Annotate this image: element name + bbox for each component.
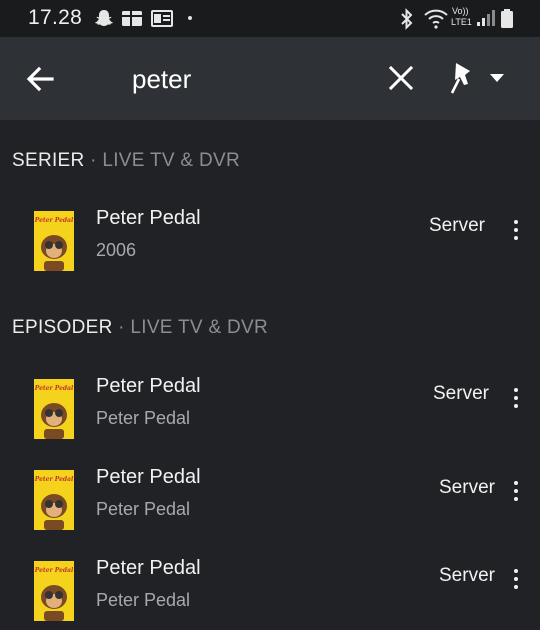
item-title: Peter Pedal	[96, 207, 201, 229]
section-header-series: SERIER · LIVE TV & DVR	[12, 150, 240, 172]
list-item[interactable]: Peter Pedal Peter Pedal 2006 Server	[0, 207, 540, 291]
back-arrow-icon[interactable]	[22, 61, 58, 97]
signal-icon	[477, 10, 495, 26]
more-options-icon[interactable]	[504, 218, 528, 242]
section-title: SERIER	[12, 150, 85, 171]
more-options-icon[interactable]	[504, 386, 528, 410]
list-item[interactable]: Peter Pedal Peter Pedal Peter Pedal Serv…	[0, 557, 540, 630]
clear-search-icon[interactable]	[384, 61, 418, 95]
wifi-icon	[424, 9, 448, 29]
monkey-icon	[41, 403, 67, 439]
server-label: Server	[433, 383, 489, 404]
lte-label: LTE1	[451, 17, 472, 27]
item-subtitle: Peter Pedal	[96, 499, 191, 519]
poster-thumbnail: Peter Pedal	[34, 211, 74, 271]
item-subtitle: Peter Pedal	[96, 408, 191, 428]
battery-icon	[501, 9, 513, 28]
status-time: 17.28	[28, 6, 83, 29]
office-icon	[151, 10, 173, 27]
item-title: Peter Pedal	[96, 557, 201, 579]
snapchat-icon	[95, 10, 113, 26]
list-item[interactable]: Peter Pedal Peter Pedal Peter Pedal Serv…	[0, 375, 540, 459]
section-subtitle: · LIVE TV & DVR	[84, 150, 240, 171]
monkey-icon	[41, 235, 67, 271]
search-toolbar	[0, 37, 540, 120]
server-label: Server	[439, 477, 495, 498]
section-subtitle: · LIVE TV & DVR	[112, 317, 269, 338]
item-subtitle: 2006	[96, 240, 137, 260]
status-bar: 17.28 Vo)) LTE1	[0, 0, 540, 37]
poster-thumbnail: Peter Pedal	[34, 379, 74, 439]
more-options-icon[interactable]	[504, 479, 528, 503]
monkey-icon	[41, 585, 67, 621]
more-options-icon[interactable]	[504, 567, 528, 591]
volte-label: Vo))	[452, 6, 469, 16]
section-header-episodes: EPISODER · LIVE TV & DVR	[12, 317, 268, 339]
server-label: Server	[439, 565, 495, 586]
server-label: Server	[429, 215, 485, 236]
store-icon	[122, 11, 142, 26]
monkey-icon	[41, 494, 67, 530]
search-input[interactable]	[132, 59, 362, 99]
section-title: EPISODER	[12, 317, 113, 338]
item-title: Peter Pedal	[96, 466, 201, 488]
search-results: SERIER · LIVE TV & DVR Peter Pedal Peter…	[0, 120, 540, 630]
poster-thumbnail: Peter Pedal	[34, 561, 74, 621]
bluetooth-icon	[401, 8, 413, 30]
notification-dot	[188, 16, 192, 20]
item-title: Peter Pedal	[96, 375, 201, 397]
item-subtitle: Peter Pedal	[96, 590, 191, 610]
list-item[interactable]: Peter Pedal Peter Pedal Peter Pedal Serv…	[0, 466, 540, 550]
pin-filter-icon[interactable]	[444, 59, 510, 97]
poster-thumbnail: Peter Pedal	[34, 470, 74, 530]
chevron-down-icon	[490, 74, 504, 82]
